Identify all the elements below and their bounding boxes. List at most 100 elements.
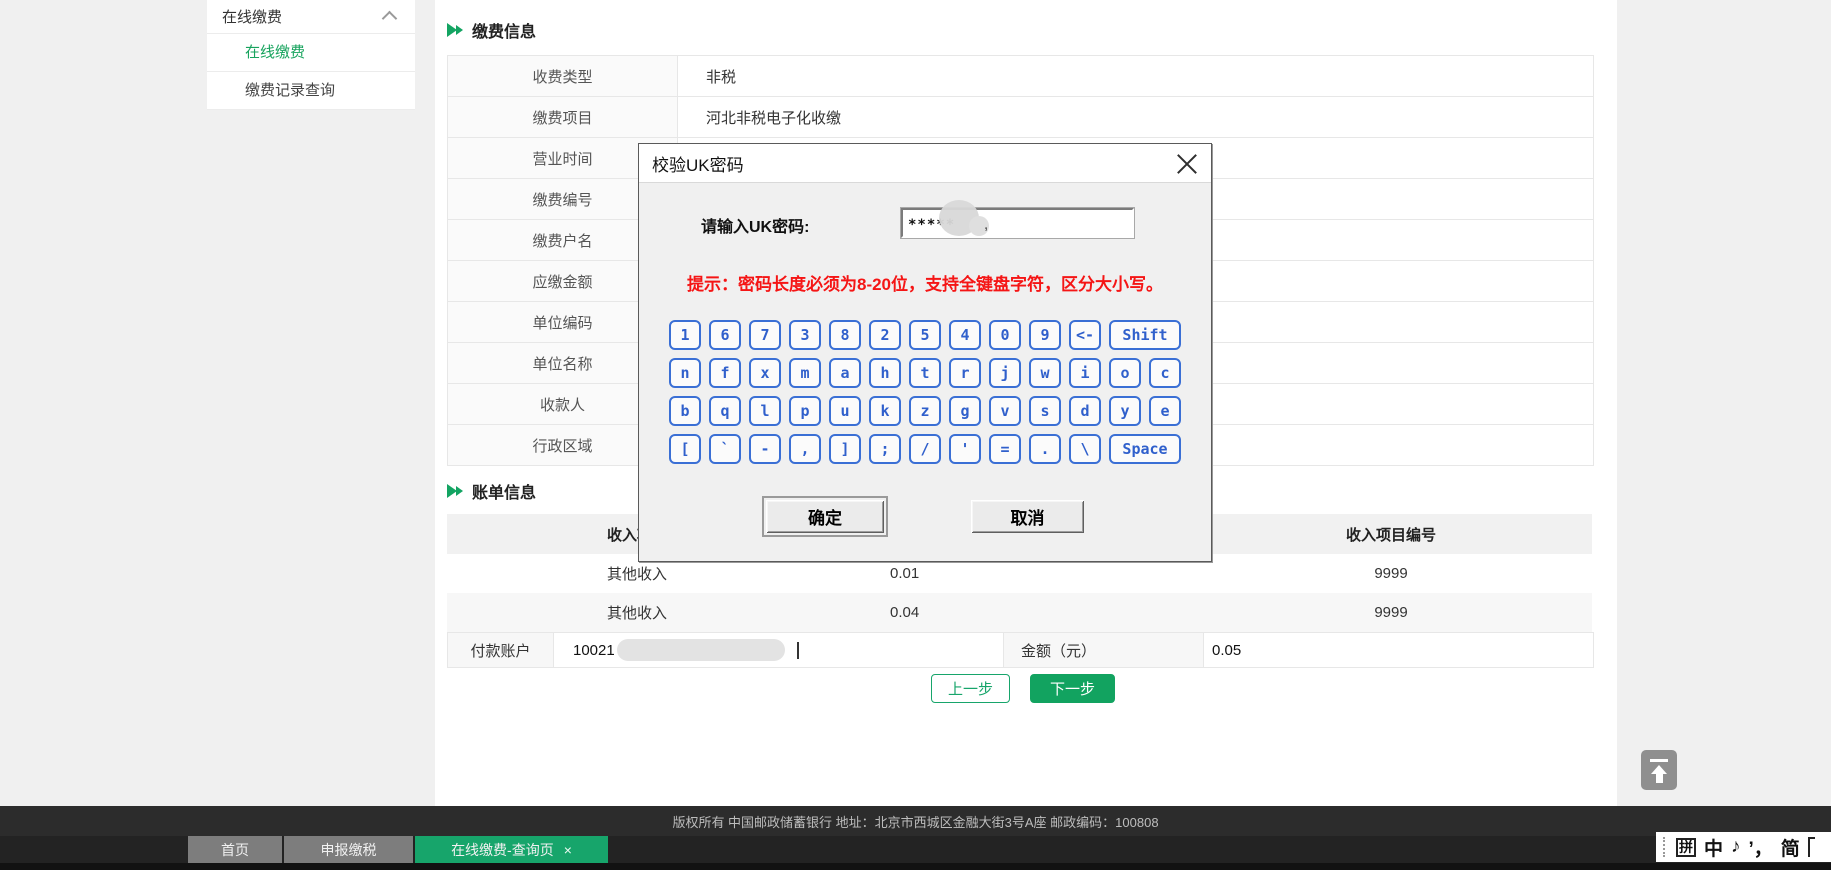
next-step-button[interactable]: 下一步 [1030,674,1115,703]
key[interactable]: 6 [709,320,741,350]
ime-toolbar: 拼 中 ♪ ’， 简 [1656,832,1831,862]
scroll-top-icon [1650,759,1668,762]
bill-info-section-title: 账单信息 [447,479,536,503]
header-income-code: 收入项目编号 [1190,514,1592,554]
key[interactable]: - [749,434,781,464]
key[interactable]: t [909,358,941,388]
ok-button[interactable]: 确定 [766,500,884,533]
sidebar-item-online-payment[interactable]: 在线缴费 [207,34,415,72]
key[interactable]: n [669,358,701,388]
amount-label: 金额（元） [1004,633,1204,667]
key[interactable]: 5 [909,320,941,350]
key[interactable]: 0 [989,320,1021,350]
key[interactable]: g [949,396,981,426]
key[interactable]: a [829,358,861,388]
key[interactable]: 8 [829,320,861,350]
page: 在线缴费 在线缴费 缴费记录查询 缴费信息 收费类型 非税 缴费项目 河北非税电… [0,0,1831,870]
key[interactable]: ' [949,434,981,464]
account-redaction-blob [617,639,785,661]
key[interactable]: 4 [949,320,981,350]
sidebar-group-online-payment[interactable]: 在线缴费 [207,0,415,34]
key[interactable]: u [829,396,861,426]
key[interactable]: . [1029,434,1061,464]
space-key[interactable]: Space [1109,434,1181,464]
ime-chinese-mode-icon[interactable]: 中 [1704,834,1723,861]
row-label: 缴费项目 [448,97,678,137]
tab-close-icon[interactable]: × [564,842,572,858]
dialog-title-bar: 校验UK密码 [639,144,1211,183]
key[interactable]: / [909,434,941,464]
key[interactable]: [ [669,434,701,464]
virtual-keyboard: 1 6 7 3 8 2 5 4 0 9 <- Shift n f x m a h… [669,320,1186,472]
key[interactable]: s [1029,396,1061,426]
income-amount: 0.04 [827,593,1190,632]
ime-simplified-icon[interactable]: 简 [1781,834,1800,861]
shift-key[interactable]: Shift [1109,320,1181,350]
sidebar-group-label: 在线缴费 [222,6,282,27]
key[interactable]: w [1029,358,1061,388]
key[interactable]: x [749,358,781,388]
key[interactable]: 3 [789,320,821,350]
key[interactable]: i [1069,358,1101,388]
uk-password-dialog: 校验UK密码 请输入UK密码: ***** , 提示：密码长度必须为8-20位，… [638,143,1212,562]
key[interactable]: j [989,358,1021,388]
row-value: 河北非税电子化收缴 [678,97,1593,137]
key[interactable]: e [1149,396,1181,426]
password-row: 请输入UK密码: ***** , [639,208,1211,240]
dialog-buttons: 确定 取消 [639,500,1211,536]
ime-punctuation-icon[interactable]: ’， [1749,834,1773,861]
text-cursor [797,642,799,659]
key[interactable]: ] [829,434,861,464]
ime-halfwidth-icon[interactable]: ♪ [1731,836,1741,858]
ime-drag-handle[interactable] [1663,837,1668,857]
key[interactable]: = [989,434,1021,464]
backspace-key[interactable]: <- [1069,320,1101,350]
key[interactable]: d [1069,396,1101,426]
tab-online-payment-query[interactable]: 在线缴费-查询页 × [415,836,608,863]
key[interactable]: m [789,358,821,388]
password-label: 请输入UK密码: [701,213,809,237]
ime-pinyin-icon[interactable]: 拼 [1676,838,1696,857]
scroll-to-top-button[interactable] [1641,750,1677,790]
table-row: 收费类型 非税 [448,56,1593,97]
key[interactable]: ; [869,434,901,464]
cancel-button[interactable]: 取消 [971,500,1084,533]
prev-step-button[interactable]: 上一步 [931,674,1010,703]
key[interactable]: 7 [749,320,781,350]
key[interactable]: 1 [669,320,701,350]
key[interactable]: l [749,396,781,426]
tab-home[interactable]: 首页 [188,836,282,863]
key[interactable]: y [1109,396,1141,426]
key[interactable]: c [1149,358,1181,388]
section-arrow-icon [447,23,463,37]
tab-declare-tax[interactable]: 申报缴税 [284,836,413,863]
key[interactable]: b [669,396,701,426]
row-value: 非税 [678,56,1593,96]
key[interactable]: , [789,434,821,464]
key[interactable]: 2 [869,320,901,350]
key[interactable]: \ [1069,434,1101,464]
key[interactable]: p [789,396,821,426]
key[interactable]: ` [709,434,741,464]
key[interactable]: o [1109,358,1141,388]
key[interactable]: q [709,396,741,426]
income-item: 其他收入 [447,593,827,632]
chevron-up-icon [382,11,398,27]
keyboard-row: [ ` - , ] ; / ' = . \ Space [669,434,1186,464]
sidebar-item-payment-records[interactable]: 缴费记录查询 [207,72,415,110]
table-row: 其他收入 0.04 9999 [447,593,1592,632]
key[interactable]: k [869,396,901,426]
key[interactable]: z [909,396,941,426]
key[interactable]: r [949,358,981,388]
uk-password-input[interactable]: ***** [901,208,1134,238]
payment-account-value[interactable]: 10021 [554,633,1004,667]
close-icon[interactable] [1176,153,1198,175]
bill-info-title: 账单信息 [472,479,536,503]
key[interactable]: h [869,358,901,388]
key[interactable]: f [709,358,741,388]
key[interactable]: v [989,396,1021,426]
keyboard-row: b q l p u k z g v s d y e [669,396,1186,426]
payment-account-row: 付款账户 10021 金额（元） 0.05 [447,632,1594,668]
password-trailing-mark: , [984,216,988,233]
key[interactable]: 9 [1029,320,1061,350]
